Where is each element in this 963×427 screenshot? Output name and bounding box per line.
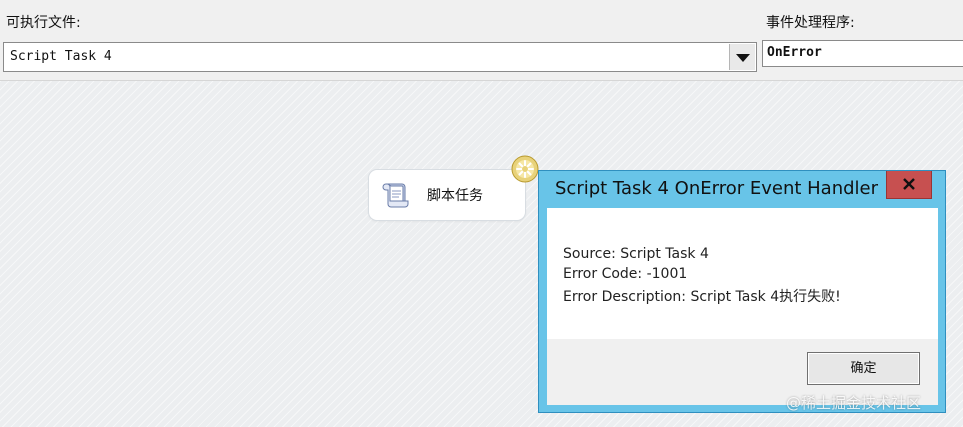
- event-handler-dropdown[interactable]: OnError: [762, 40, 963, 67]
- chevron-down-icon[interactable]: [729, 44, 755, 70]
- executable-dropdown-value: Script Task 4: [10, 49, 112, 64]
- scroll-icon: [382, 183, 409, 208]
- toolbar: 可执行文件: Script Task 4 事件处理程序: OnError: [0, 0, 963, 81]
- dialog-message-area: Source: Script Task 4 Error Code: -1001 …: [547, 208, 938, 339]
- dialog-title: Script Task 4 OnError Event Handler: [555, 178, 879, 199]
- close-icon: [903, 178, 915, 190]
- executable-label: 可执行文件:: [6, 15, 81, 31]
- watermark-text: @稀土掘金技术社区: [786, 394, 922, 412]
- error-source-text: Source: Script Task 4: [563, 246, 709, 262]
- executable-dropdown[interactable]: Script Task 4: [3, 42, 757, 72]
- error-gear-icon: [511, 155, 539, 183]
- ok-button[interactable]: 确定: [807, 352, 920, 385]
- error-code-text: Error Code: -1001: [563, 266, 688, 282]
- error-message-dialog: Script Task 4 OnError Event Handler Sour…: [538, 170, 946, 413]
- event-handler-value: OnError: [767, 45, 822, 60]
- event-handler-label: 事件处理程序:: [766, 15, 855, 31]
- script-task-label: 脚本任务: [427, 188, 483, 204]
- script-task-node[interactable]: 脚本任务: [369, 170, 525, 220]
- error-description-text: Error Description: Script Task 4执行失败!: [563, 289, 841, 305]
- close-button[interactable]: [886, 171, 932, 199]
